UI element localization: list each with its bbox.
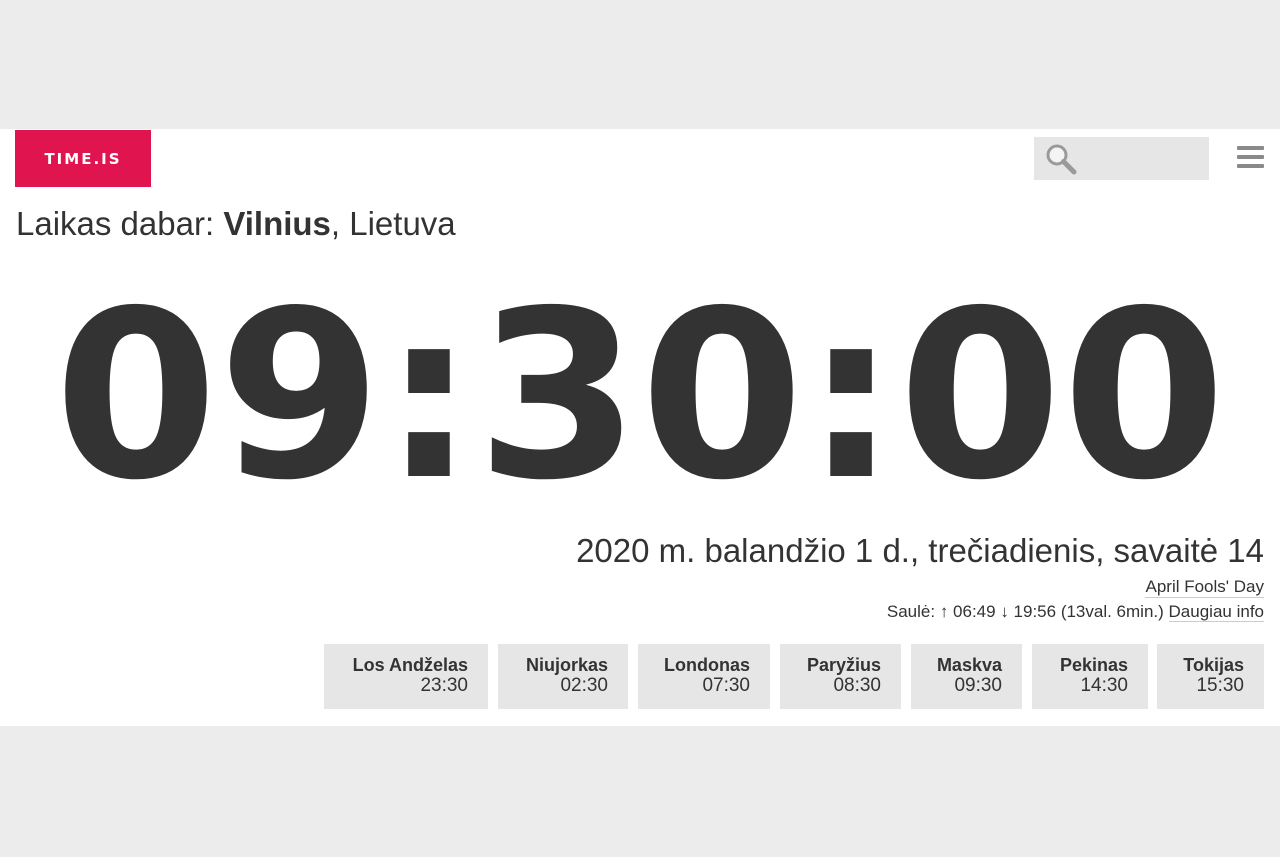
sunset-time: ↓ 19:56 xyxy=(1000,602,1057,621)
clock-display: 09:30:00 xyxy=(54,261,1226,531)
city-tile-los-angeles[interactable]: Los Andželas 23:30 xyxy=(324,644,488,709)
city-tile-time: 09:30 xyxy=(954,675,1002,696)
city-list: Los Andželas 23:30 Niujorkas 02:30 Londo… xyxy=(0,644,1280,709)
city-tile-name: Maskva xyxy=(936,655,1002,675)
search-input[interactable] xyxy=(1034,137,1209,180)
city-tile-time: 23:30 xyxy=(420,675,468,696)
holiday-link[interactable]: April Fools' Day xyxy=(1145,576,1264,598)
city-tile-new-york[interactable]: Niujorkas 02:30 xyxy=(498,644,628,709)
date-line: 2020 m. balandžio 1 d., trečiadienis, sa… xyxy=(576,532,1264,569)
city-tile-time: 15:30 xyxy=(1196,675,1244,696)
city-tile-time: 08:30 xyxy=(833,675,881,696)
city-tile-london[interactable]: Londonas 07:30 xyxy=(638,644,770,709)
page-title: Laikas dabar: Vilnius, Lietuva xyxy=(16,205,456,243)
city-tile-time: 02:30 xyxy=(560,675,608,696)
city-tile-time: 07:30 xyxy=(702,675,750,696)
city-tile-name: Tokijas xyxy=(1183,655,1244,675)
city-tile-name: Londonas xyxy=(664,655,750,675)
hamburger-menu-icon[interactable] xyxy=(1237,146,1264,170)
city-name: Vilnius xyxy=(223,205,331,242)
title-prefix: Laikas dabar: xyxy=(16,205,224,242)
city-tile-paris[interactable]: Paryžius 08:30 xyxy=(780,644,901,709)
day-length: (13val. 6min.) xyxy=(1060,602,1164,621)
city-tile-name: Pekinas xyxy=(1059,655,1128,675)
sunrise-time: ↑ 06:49 xyxy=(939,602,996,621)
city-tile-beijing[interactable]: Pekinas 14:30 xyxy=(1032,644,1148,709)
city-tile-name: Paryžius xyxy=(806,655,881,675)
more-info-link[interactable]: Daugiau info xyxy=(1168,602,1264,622)
city-tile-tokyo[interactable]: Tokijas 15:30 xyxy=(1157,644,1264,709)
clock-time: 09:30:00 xyxy=(54,261,1226,531)
city-tile-time: 14:30 xyxy=(1080,675,1128,696)
city-tile-name: Niujorkas xyxy=(525,655,608,675)
time-is-logo[interactable]: TIME.IS xyxy=(15,130,151,187)
country-name: , Lietuva xyxy=(330,205,456,242)
sun-label: Saulė: xyxy=(886,602,940,621)
page-panel: TIME.IS Laikas dabar: Vilnius, Lietuva 0… xyxy=(0,129,1280,726)
city-tile-name: Los Andželas xyxy=(352,655,468,675)
sun-info: Saulė: ↑ 06:49 ↓ 19:56 (13val. 6min.) Da… xyxy=(887,601,1264,622)
city-tile-moscow[interactable]: Maskva 09:30 xyxy=(911,644,1022,709)
